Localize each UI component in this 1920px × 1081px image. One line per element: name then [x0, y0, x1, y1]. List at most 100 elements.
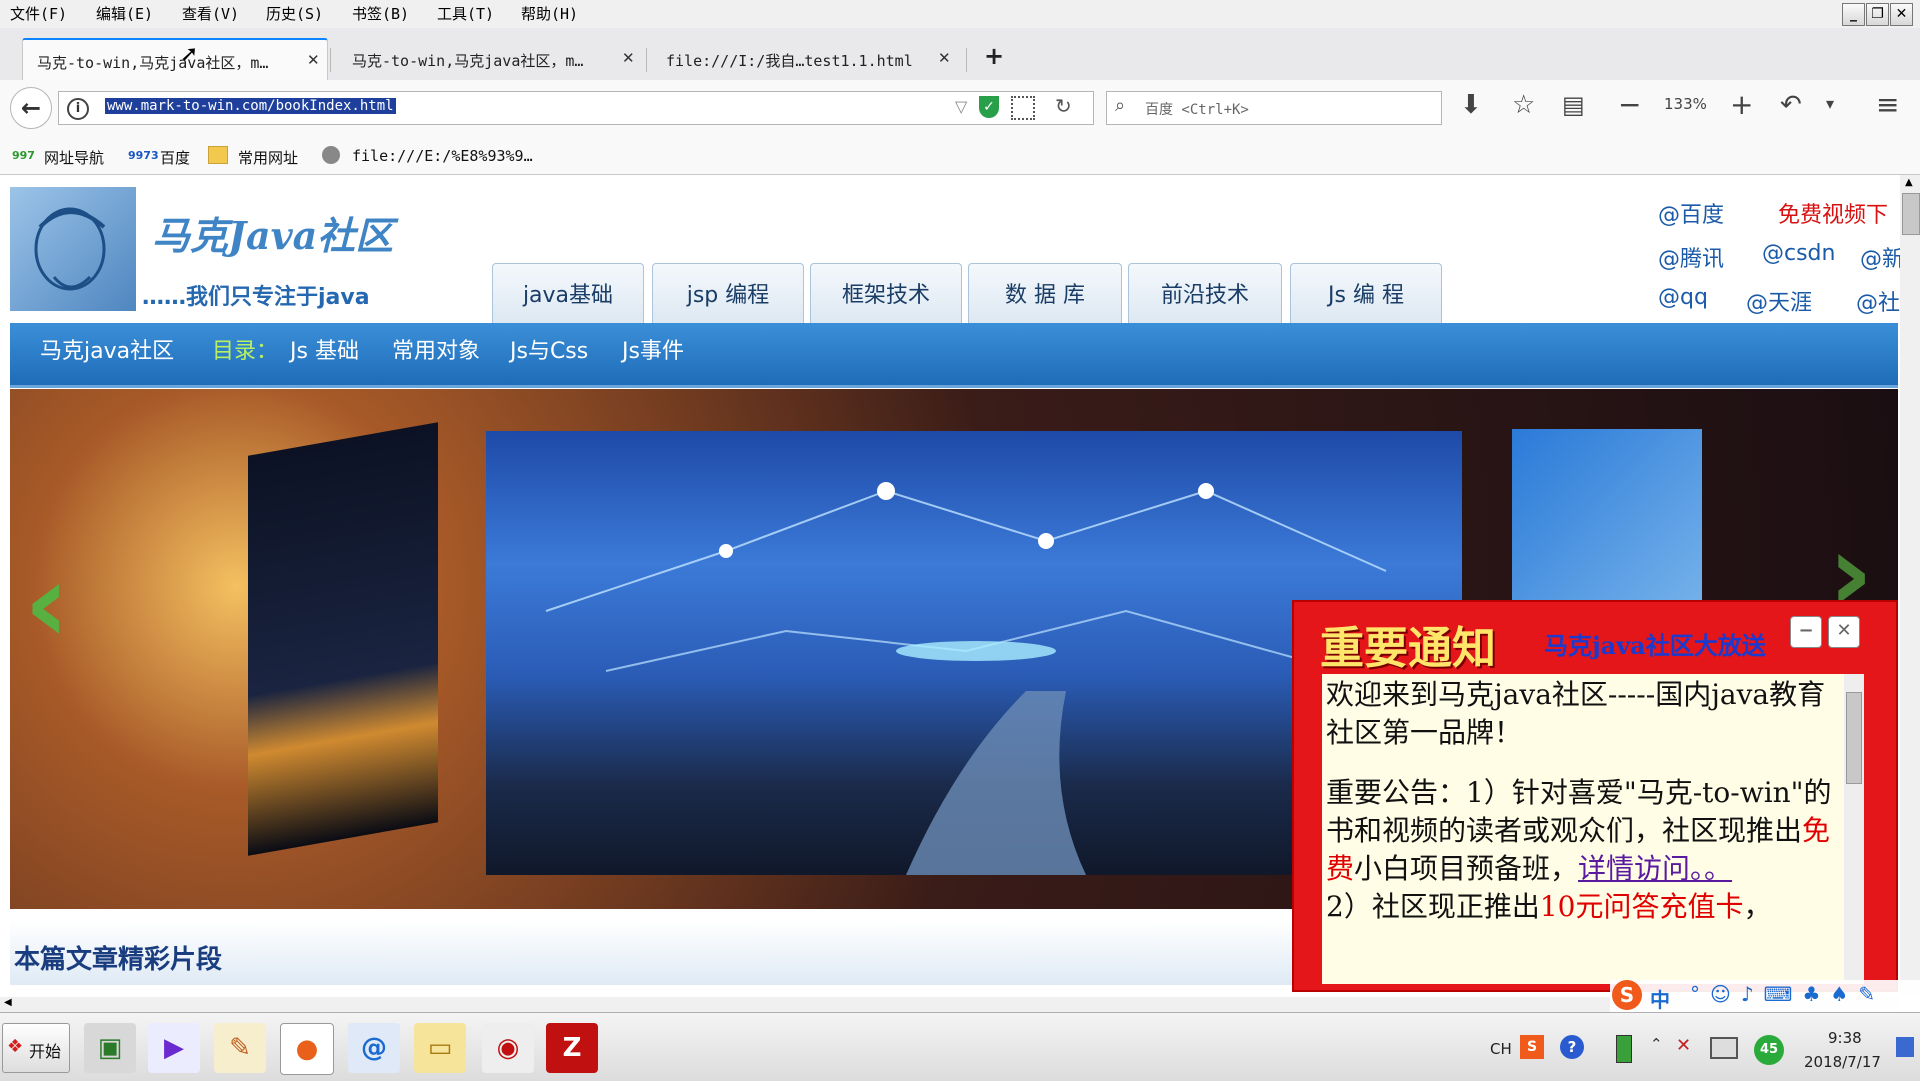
carousel-slide-left[interactable] [248, 422, 438, 856]
clock-time[interactable]: 9:38 [1828, 1029, 1862, 1047]
url-text[interactable]: www.mark-to-win.com/bookIndex.html [105, 98, 396, 114]
scroll-up-icon[interactable]: ▲ [1905, 177, 1913, 188]
tray-expand-icon[interactable]: ⌃ [1650, 1035, 1663, 1053]
new-tab-button[interactable]: + [984, 42, 1004, 70]
tab-3[interactable]: file:///I:/我自…test1.1.html ✕ [652, 38, 956, 80]
vertical-scrollbar[interactable]: ▲ [1900, 175, 1920, 997]
shield-icon[interactable]: ✓ [979, 96, 999, 118]
search-bar[interactable]: ⌕ 百度 <Ctrl+K> [1106, 91, 1442, 125]
minimize-button[interactable]: _ [1842, 3, 1865, 26]
bookmark-star-icon[interactable]: ☆ [1512, 90, 1535, 120]
close-tab-icon[interactable]: ✕ [938, 49, 951, 67]
reload-icon[interactable]: ↻ [1055, 94, 1072, 118]
dropdown-arrow-icon[interactable]: ▽ [955, 97, 967, 116]
download-icon[interactable]: ⬇ [1460, 90, 1482, 120]
nav-tab-frameworks[interactable]: 框架技术 [810, 263, 962, 324]
chevron-down-icon[interactable]: ▾ [1826, 94, 1834, 113]
help-icon[interactable]: ? [1560, 1035, 1584, 1059]
back-button[interactable]: ← [10, 87, 52, 129]
bookmark-item[interactable]: 常用网址 [238, 147, 298, 168]
link-community[interactable]: @社 [1856, 285, 1900, 317]
ime-tool-icons[interactable]: °☺♪⌨♣♠✎ [1690, 982, 1885, 1006]
popup-body: 欢迎来到马克java社区-----国内java教育社区第一品牌！ 重要公告：1）… [1322, 674, 1864, 984]
reading-list-icon[interactable]: ▤ [1562, 91, 1585, 119]
qr-code-icon[interactable] [1011, 96, 1035, 120]
ime-mode-label[interactable]: 中 [1650, 984, 1670, 1013]
search-placeholder: 百度 <Ctrl+K> [1145, 102, 1249, 118]
tray-badge[interactable]: 45 [1754, 1035, 1784, 1065]
tab-2[interactable]: 马克-to-win,马克java社区，m… ✕ [338, 38, 642, 80]
volume-muted-icon[interactable]: ✕ [1676, 1035, 1691, 1056]
notice-details-link[interactable]: 详情访问。。 [1578, 852, 1732, 885]
nav-tab-js[interactable]: Js 编 程 [1290, 263, 1442, 324]
nav-tab-java-basics[interactable]: java基础 [492, 263, 644, 324]
tab-1[interactable]: 马克-to-win,马克java社区，m… ✕ [22, 38, 328, 82]
file-explorer-icon[interactable]: ▭ [414, 1023, 466, 1073]
sogou-ime-icon[interactable]: S [1612, 980, 1642, 1010]
toc-common-objects[interactable]: 常用对象 [392, 333, 480, 365]
filezilla-icon[interactable]: Z [546, 1023, 598, 1073]
bookmark-item[interactable]: 网址导航 [44, 147, 104, 168]
screen-recorder-icon[interactable]: ◉ [482, 1023, 534, 1073]
network-icon[interactable] [1710, 1037, 1738, 1059]
menu-history[interactable]: 历史(S) [266, 3, 323, 24]
menu-edit[interactable]: 编辑(E) [96, 3, 153, 24]
restore-button[interactable]: ❐ [1866, 3, 1889, 26]
portrait-sketch-icon [34, 207, 106, 291]
link-tencent[interactable]: @腾讯 [1658, 241, 1724, 273]
firefox-icon[interactable]: ● [280, 1023, 334, 1075]
zoom-in-button[interactable]: + [1730, 88, 1753, 121]
popup-scrollbar-thumb[interactable] [1846, 692, 1862, 784]
close-window-button[interactable]: ✕ [1890, 3, 1913, 26]
clock-date[interactable]: 2018/7/17 [1804, 1053, 1881, 1071]
tray-ime-icon[interactable]: S [1520, 1035, 1544, 1059]
link-tianya[interactable]: @天涯 [1746, 285, 1812, 317]
media-player-icon[interactable]: ▶ [148, 1023, 200, 1073]
paint-icon[interactable]: ✎ [214, 1023, 266, 1073]
toc-js-basics[interactable]: Js 基础 [290, 333, 359, 365]
nav-tab-frontier[interactable]: 前沿技术 [1128, 263, 1282, 324]
menu-help[interactable]: 帮助(H) [521, 3, 578, 24]
close-tab-icon[interactable]: ✕ [307, 51, 320, 69]
battery-icon[interactable] [1616, 1035, 1632, 1063]
globe-icon [322, 146, 340, 164]
link-sina[interactable]: @新 [1860, 241, 1900, 273]
info-icon[interactable]: i [67, 98, 89, 120]
email-client-icon[interactable]: @ [348, 1023, 400, 1073]
link-csdn[interactable]: @csdn [1762, 241, 1835, 266]
address-bar[interactable]: i www.mark-to-win.com/bookIndex.html ▽ ✓… [58, 91, 1094, 125]
menu-view[interactable]: 查看(V) [182, 3, 239, 24]
toc-js-css[interactable]: Js与Css [510, 333, 588, 365]
show-desktop-icon[interactable] [1896, 1037, 1914, 1057]
zoom-out-button[interactable]: − [1618, 88, 1641, 121]
link-qq[interactable]: @qq [1658, 285, 1708, 310]
nav-tab-database[interactable]: 数 据 库 [968, 263, 1122, 324]
menu-bookmarks[interactable]: 书签(B) [352, 3, 409, 24]
link-free-video[interactable]: 免费视频下 [1778, 197, 1888, 229]
computer-icon[interactable]: ▣ [84, 1023, 136, 1073]
nav-tab-jsp[interactable]: jsp 编程 [652, 263, 804, 324]
popup-minimize-button[interactable]: − [1790, 616, 1822, 648]
menu-bar: 文件(F) 编辑(E) 查看(V) 历史(S) 书签(B) 工具(T) 帮助(H… [0, 0, 1920, 28]
scroll-left-icon[interactable]: ◀ [4, 997, 12, 1008]
toc-js-events[interactable]: Js事件 [622, 333, 684, 365]
close-tab-icon[interactable]: ✕ [622, 49, 635, 67]
popup-close-button[interactable]: ✕ [1828, 616, 1860, 648]
scrollbar-thumb[interactable] [1902, 193, 1920, 235]
toc-bar-underline [10, 385, 1898, 388]
breadcrumb-home[interactable]: 马克java社区 [40, 333, 174, 365]
bookmark-item[interactable]: 百度 [160, 147, 190, 168]
hamburger-menu-icon[interactable]: ≡ [1876, 88, 1899, 121]
link-baidu[interactable]: @百度 [1658, 197, 1724, 229]
notice2-suffix: ， [1743, 890, 1772, 923]
bookmark-item[interactable]: file:///E:/%E8%93%9… [352, 147, 533, 165]
popup-notice-2: 2）社区现正推出10元问答充值卡， [1326, 888, 1844, 926]
tray-language[interactable]: CH [1490, 1040, 1512, 1058]
undo-icon[interactable]: ↶ [1780, 90, 1802, 120]
menu-file[interactable]: 文件(F) [10, 3, 67, 24]
start-button[interactable]: ❖ 开始 [2, 1023, 70, 1073]
carousel-prev-arrow-icon[interactable]: ‹ [24, 539, 69, 667]
popup-scrollbar[interactable] [1844, 674, 1864, 984]
menu-tools[interactable]: 工具(T) [437, 3, 494, 24]
zoom-level[interactable]: 133% [1664, 95, 1707, 113]
